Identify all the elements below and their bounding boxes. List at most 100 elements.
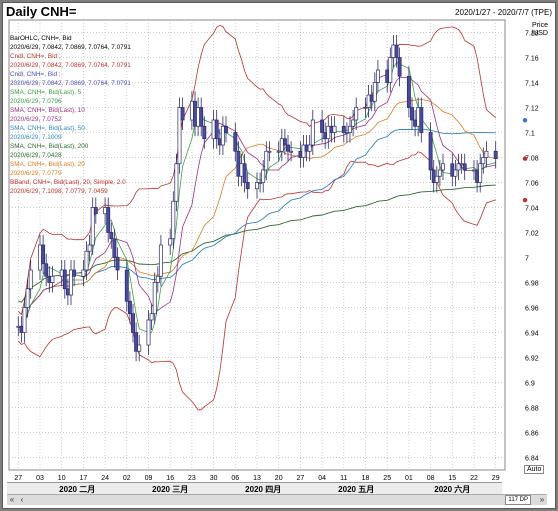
candle-body	[279, 138, 284, 152]
candle-body	[199, 107, 204, 127]
scroll-right-double-icon[interactable]: »	[537, 495, 547, 505]
candle-body	[369, 94, 374, 102]
candle-body	[174, 163, 179, 202]
legend-line: Cndl, CNH=, Bid ;	[10, 71, 61, 78]
candle-body	[245, 182, 250, 190]
candle-body	[69, 269, 73, 296]
candle-body	[375, 69, 380, 83]
y-tick-label: 7.02	[525, 231, 539, 238]
y-tick-label: 6.92	[525, 356, 539, 363]
y-tick-label: 6.94	[525, 331, 539, 338]
price-axis-label-line2: /USD	[531, 30, 548, 37]
time-scrollbar[interactable]: « ‹ 117 DP »	[7, 494, 547, 505]
candle-body	[242, 163, 247, 183]
y-tick-label: 6.96	[525, 306, 539, 313]
candle-body	[81, 269, 86, 277]
candle-body	[255, 182, 259, 190]
candle-body	[196, 107, 201, 127]
candle-body	[168, 238, 173, 246]
candle-body	[462, 163, 467, 171]
candle-body	[410, 107, 414, 121]
x-tick-label: 11	[340, 475, 347, 482]
legend-line: 2020/6/29, 7.0752	[10, 116, 62, 123]
date-range-label: 2020/1/27 - 2020/7/7 (TPE)	[455, 8, 552, 17]
candle-body	[406, 75, 411, 108]
x-tick-label: 03	[36, 475, 44, 482]
candle-body	[25, 288, 30, 308]
candle-body	[158, 244, 163, 277]
candle-body	[388, 57, 393, 83]
y-tick-label: 7.16	[525, 56, 539, 63]
candle-body	[90, 207, 95, 246]
candle-body	[332, 125, 337, 133]
candle-body	[115, 257, 120, 271]
candle-body	[431, 169, 436, 183]
candle-body	[276, 150, 281, 153]
candle-body	[193, 100, 197, 127]
x-tick-label: 27	[14, 475, 22, 482]
price-marker	[522, 118, 528, 123]
candle-body	[239, 163, 244, 177]
candle-body	[171, 200, 176, 240]
scroll-left-icon[interactable]: ‹	[17, 495, 27, 505]
x-tick-label: 27	[297, 475, 305, 482]
legend-line: 2020/6/29, 7.0779	[10, 170, 62, 177]
candle-body	[286, 144, 290, 152]
candle-body	[326, 125, 331, 140]
candle-body	[19, 325, 24, 333]
y-tick-label: 6.86	[525, 431, 539, 438]
candle-body	[385, 69, 390, 83]
legend-line: SMA, CNH=, Bid(Last), 5	[10, 89, 82, 96]
legend-line: 2020/6/29, 7.0842, 7.0869, 7.0764, 7.079…	[10, 80, 131, 87]
x-tick-label: 08	[427, 475, 435, 482]
candle-body	[456, 163, 461, 171]
candle-body	[41, 244, 46, 265]
candle-body	[450, 163, 455, 177]
x-tick-label: 15	[448, 475, 456, 482]
candle-body	[434, 175, 439, 183]
x-tick-label: 23	[188, 475, 196, 482]
x-tick-label: 24	[101, 475, 109, 482]
legend-line: 2020/6/29, 7.0796	[10, 98, 62, 105]
price-marker	[522, 156, 528, 161]
candle-body	[481, 157, 486, 165]
candle-body	[106, 207, 111, 233]
candle-body	[493, 150, 498, 159]
legend-line: Cndl, CNH=, Bid ;	[10, 53, 61, 60]
y-tick-label: 7.12	[525, 106, 539, 113]
x-tick-label: 25	[383, 475, 391, 482]
y-tick-label: 6.84	[525, 456, 539, 463]
x-tick-label: 06	[231, 475, 239, 482]
candle-body	[59, 269, 64, 277]
candle-body	[484, 150, 489, 158]
candle-body	[38, 244, 42, 271]
auto-scale-button[interactable]: Auto	[524, 465, 545, 474]
scroll-left-double-icon[interactable]: «	[7, 495, 17, 505]
candle-body	[366, 94, 371, 108]
y-tick-label: 7.04	[525, 206, 539, 213]
candle-body	[348, 125, 352, 133]
candle-body	[103, 207, 108, 215]
candle-body	[298, 150, 303, 158]
candle-body	[131, 313, 135, 333]
candle-body	[441, 163, 445, 171]
x-tick-label: 29	[492, 475, 500, 482]
legend-line: 2020/6/29, 7.0842, 7.0869, 7.0764, 7.079…	[10, 62, 131, 69]
candle-body	[124, 269, 129, 302]
y-tick-label: 6.9	[525, 381, 535, 388]
candle-body	[320, 119, 325, 133]
x-tick-label: 01	[405, 475, 413, 482]
candle-body	[453, 169, 458, 177]
candle-body	[397, 57, 402, 77]
candle-body	[134, 332, 139, 352]
candle-body	[28, 269, 33, 290]
zoom-level[interactable]: 117 DP	[505, 495, 531, 505]
x-tick-label: 10	[58, 475, 66, 482]
candle-body	[149, 313, 154, 321]
candle-body	[472, 169, 476, 172]
candle-body	[65, 288, 70, 296]
legend-line: SMA, CNH=, Bid(Last), 200	[10, 143, 89, 150]
candle-body	[220, 125, 225, 146]
candle-body	[391, 44, 396, 58]
candle-body	[202, 125, 207, 140]
